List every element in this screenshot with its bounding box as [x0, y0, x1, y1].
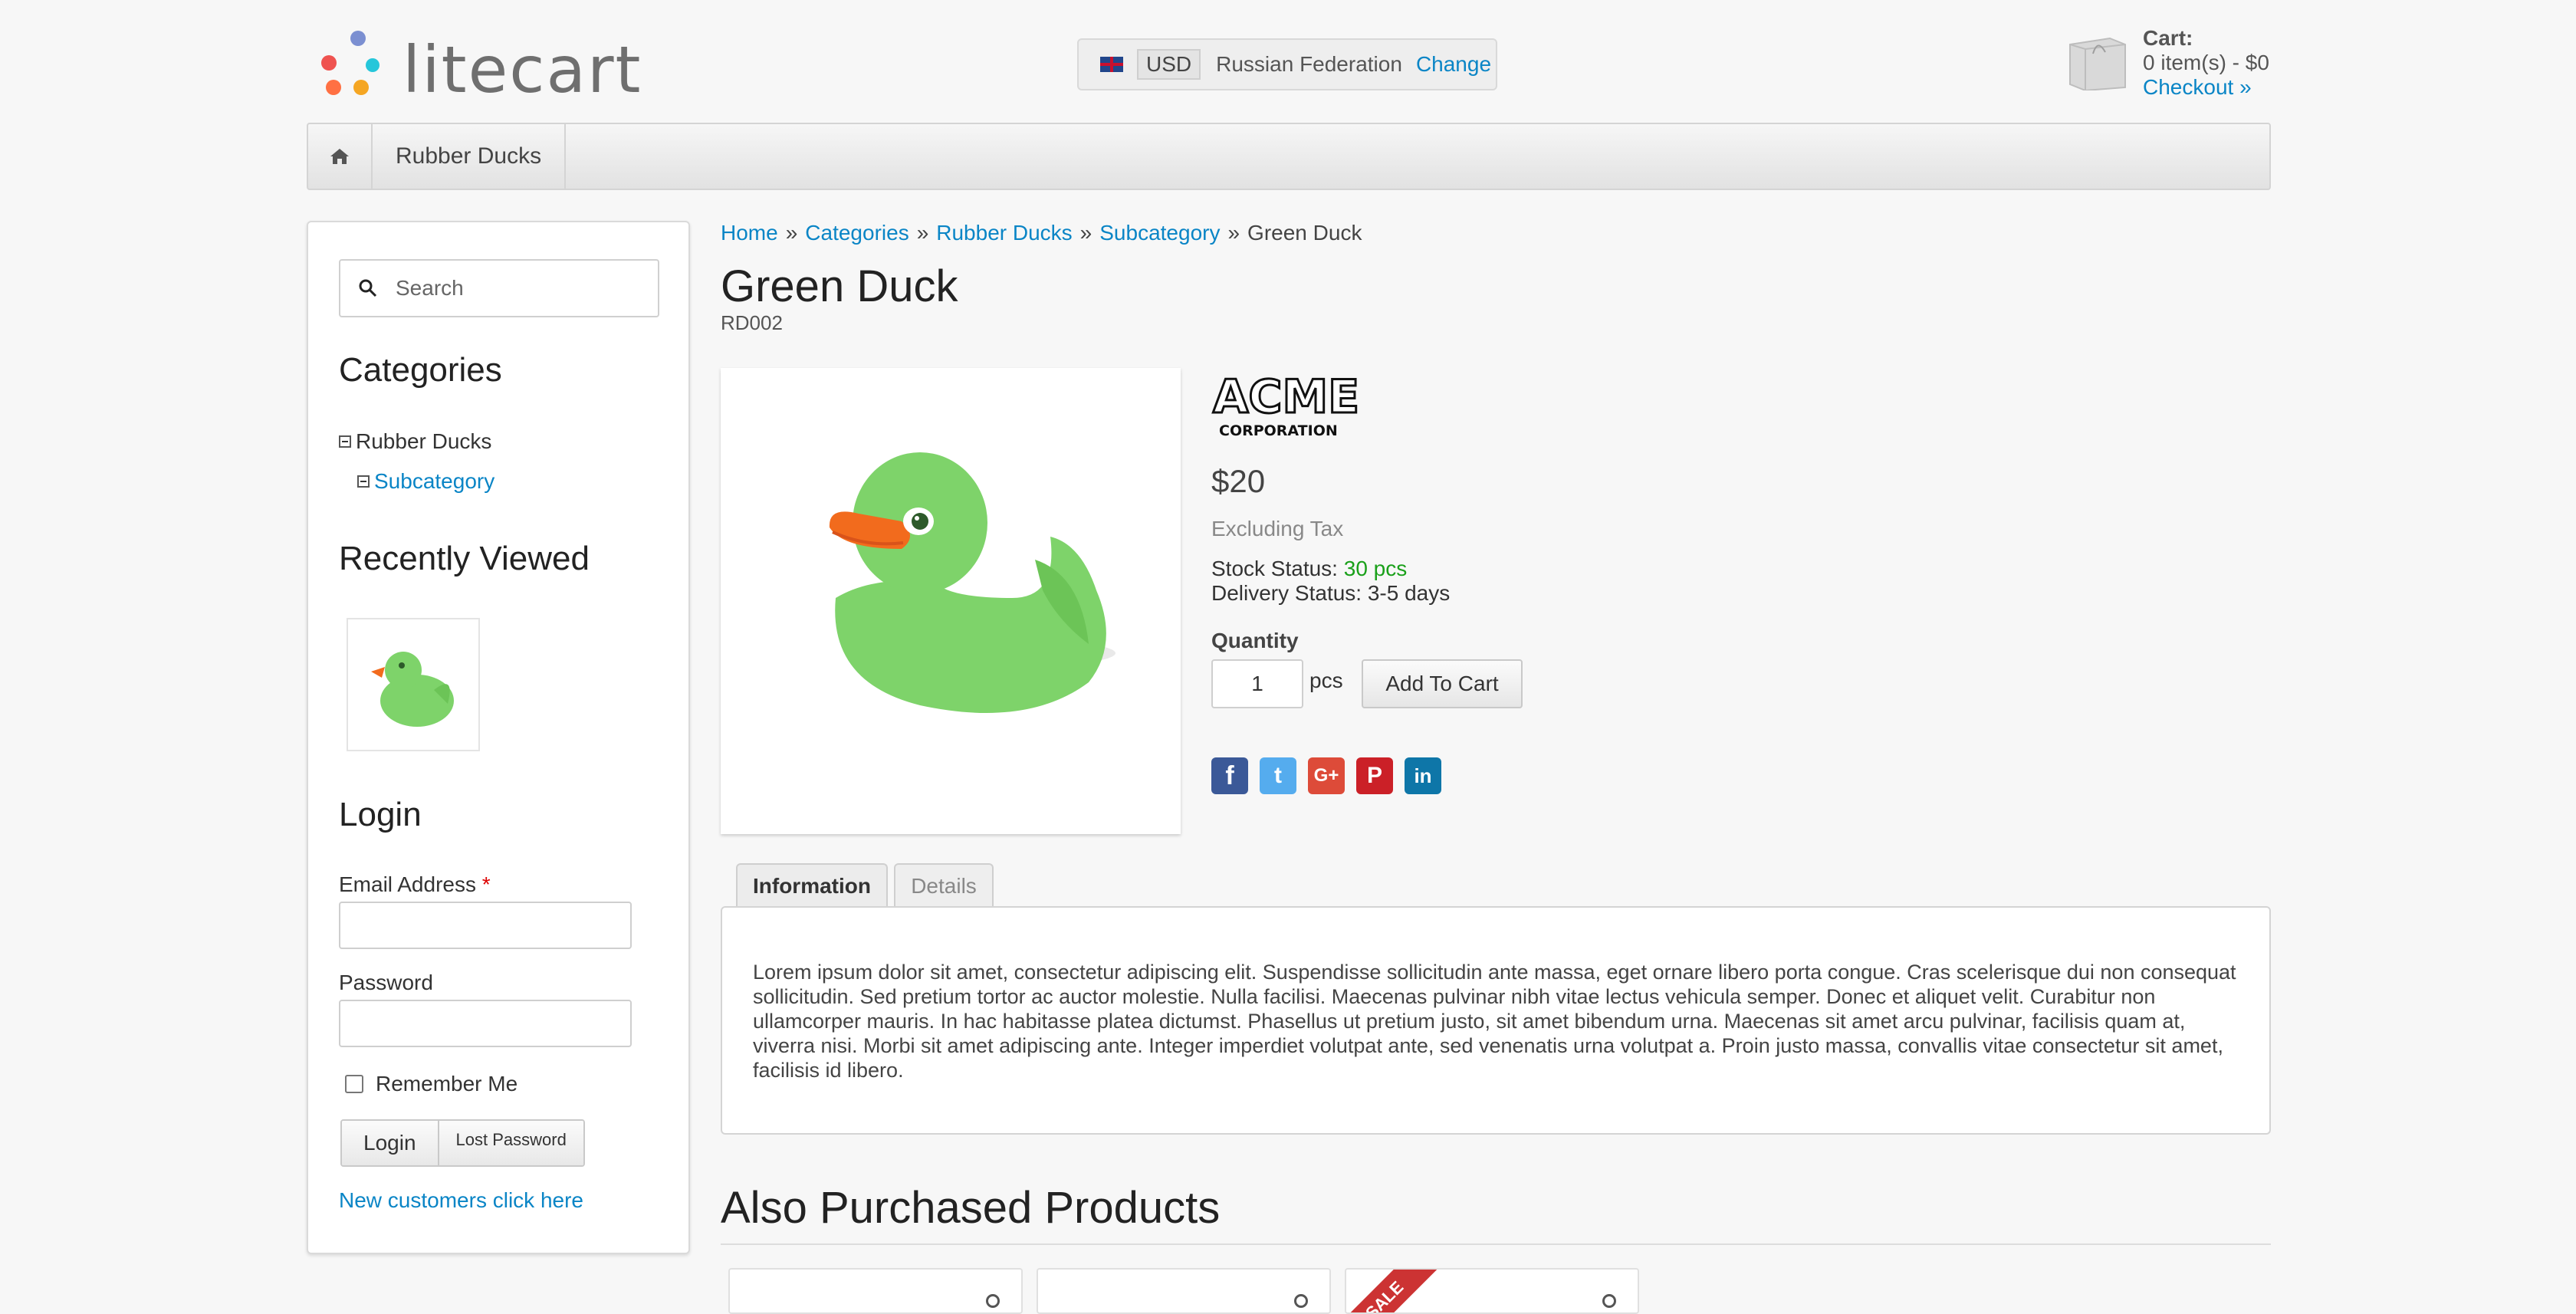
- add-to-cart-button[interactable]: Add To Cart: [1362, 659, 1523, 708]
- linkedin-icon[interactable]: in: [1405, 757, 1441, 794]
- lost-password-button[interactable]: Lost Password: [439, 1121, 583, 1165]
- country-name: Russian Federation: [1216, 52, 1402, 76]
- brand-logo-text: ACME: [1213, 370, 1359, 424]
- remember-me-label: Remember Me: [376, 1072, 518, 1096]
- quantity-label: Quantity: [1211, 629, 1299, 652]
- search-box[interactable]: Search: [339, 259, 659, 317]
- breadcrumb: Home » Categories » Rubber Ducks » Subcategory…: [721, 221, 1362, 245]
- new-customers-link[interactable]: New customers click here: [339, 1188, 583, 1213]
- product-description: Lorem ipsum dolor sit amet, consectetur …: [753, 961, 2236, 1082]
- category-label: Rubber Ducks: [356, 429, 492, 453]
- product-price: $20: [1211, 463, 1266, 499]
- logo-dot-icon: [366, 58, 380, 72]
- pinterest-icon[interactable]: P: [1356, 757, 1393, 794]
- login-heading: Login: [339, 796, 422, 833]
- google-plus-icon[interactable]: G+: [1308, 757, 1345, 794]
- product-sku: RD002: [721, 311, 783, 334]
- quantity-input[interactable]: 1: [1211, 659, 1303, 708]
- product-card[interactable]: [728, 1268, 1023, 1314]
- logo-dot-icon: [353, 80, 369, 95]
- flag-uk-icon: [1100, 57, 1123, 72]
- sale-badge: SALE: [1346, 1270, 1439, 1312]
- breadcrumb-rubber-ducks[interactable]: Rubber Ducks: [936, 221, 1072, 245]
- logo-dot-icon: [321, 55, 337, 71]
- breadcrumb-separator: »: [1227, 221, 1240, 245]
- search-icon: [359, 279, 377, 297]
- product-card[interactable]: SALE: [1345, 1268, 1639, 1314]
- category-rubber-ducks[interactable]: Rubber Ducks: [339, 429, 491, 454]
- zoom-icon: [1602, 1294, 1616, 1308]
- breadcrumb-categories[interactable]: Categories: [805, 221, 909, 245]
- brand-logo[interactable]: ACME CORPORATION: [1211, 368, 1380, 445]
- logo-dot-icon: [350, 31, 366, 46]
- stock-status-value: 30 pcs: [1343, 557, 1408, 580]
- cart-items: 0 item(s) - $0: [2143, 51, 2269, 74]
- breadcrumb-separator: »: [785, 221, 798, 245]
- password-label: Password: [339, 971, 433, 994]
- cart-summary: Cart: 0 item(s) - $0 Checkout »: [2143, 26, 2269, 100]
- delivery-status: Delivery Status: 3-5 days: [1211, 581, 1451, 605]
- breadcrumb-current: Green Duck: [1247, 221, 1362, 245]
- password-field[interactable]: [339, 1000, 632, 1047]
- category-label[interactable]: Subcategory: [374, 469, 495, 494]
- shopping-bag-icon[interactable]: [2065, 31, 2128, 92]
- breadcrumb-separator: »: [1079, 221, 1092, 245]
- currency-code: USD: [1137, 49, 1201, 80]
- quantity-unit: pcs: [1309, 668, 1343, 692]
- twitter-icon[interactable]: t: [1260, 757, 1296, 794]
- tab-panel: Lorem ipsum dolor sit amet, consectetur …: [721, 906, 2271, 1135]
- divider: [721, 1243, 2271, 1245]
- required-mark: *: [481, 872, 491, 896]
- recently-viewed-heading: Recently Viewed: [339, 540, 590, 577]
- checkout-link[interactable]: Checkout »: [2143, 75, 2252, 99]
- logo-dot-icon: [326, 80, 341, 95]
- stock-status-label: Stock Status:: [1211, 557, 1338, 580]
- search-input[interactable]: Search: [396, 276, 464, 301]
- zoom-icon: [986, 1294, 1000, 1308]
- login-button-group: Login Lost Password: [340, 1119, 585, 1167]
- brand-logo-subtext: CORPORATION: [1219, 422, 1338, 439]
- product-image[interactable]: [721, 368, 1181, 834]
- tab-information[interactable]: Information: [736, 863, 888, 908]
- email-label-text: Email Address: [339, 872, 476, 896]
- breadcrumb-separator: »: [916, 221, 929, 245]
- tax-note: Excluding Tax: [1211, 517, 1344, 540]
- product-card[interactable]: [1037, 1268, 1331, 1314]
- main-navigation: Rubber Ducks: [307, 123, 2271, 190]
- logo-text: litecart: [402, 32, 642, 107]
- tab-details[interactable]: Details: [894, 863, 994, 908]
- logo[interactable]: litecart: [317, 26, 640, 107]
- sidebar: Search Categories Rubber Ducks Subcatego…: [307, 221, 690, 1254]
- categories-heading: Categories: [339, 351, 502, 389]
- breadcrumb-subcategory[interactable]: Subcategory: [1099, 221, 1220, 245]
- nav-item-rubber-ducks[interactable]: Rubber Ducks: [373, 124, 567, 189]
- email-field[interactable]: [339, 902, 632, 949]
- recently-viewed-thumbnail[interactable]: [347, 618, 480, 751]
- product-title: Green Duck: [721, 261, 958, 311]
- home-icon: [330, 149, 349, 164]
- region-selector: USD Russian Federation Change: [1077, 38, 1497, 90]
- email-label: Email Address *: [339, 872, 491, 897]
- collapse-icon: [357, 475, 370, 488]
- stock-info: Stock Status: 30 pcs Delivery Status: 3-…: [1211, 557, 1450, 606]
- change-region-link[interactable]: Change: [1416, 52, 1491, 77]
- also-purchased-heading: Also Purchased Products: [721, 1183, 1221, 1233]
- breadcrumb-home[interactable]: Home: [721, 221, 778, 245]
- remember-me-checkbox[interactable]: [345, 1075, 363, 1093]
- zoom-icon: [1294, 1294, 1308, 1308]
- facebook-icon[interactable]: f: [1211, 757, 1248, 794]
- collapse-icon: [339, 435, 351, 448]
- login-button[interactable]: Login: [342, 1121, 439, 1165]
- category-subcategory[interactable]: Subcategory: [357, 469, 495, 494]
- cart-title: Cart:: [2143, 26, 2193, 50]
- nav-home-button[interactable]: [308, 124, 373, 189]
- stock-status: Stock Status: 30 pcs: [1211, 557, 1450, 581]
